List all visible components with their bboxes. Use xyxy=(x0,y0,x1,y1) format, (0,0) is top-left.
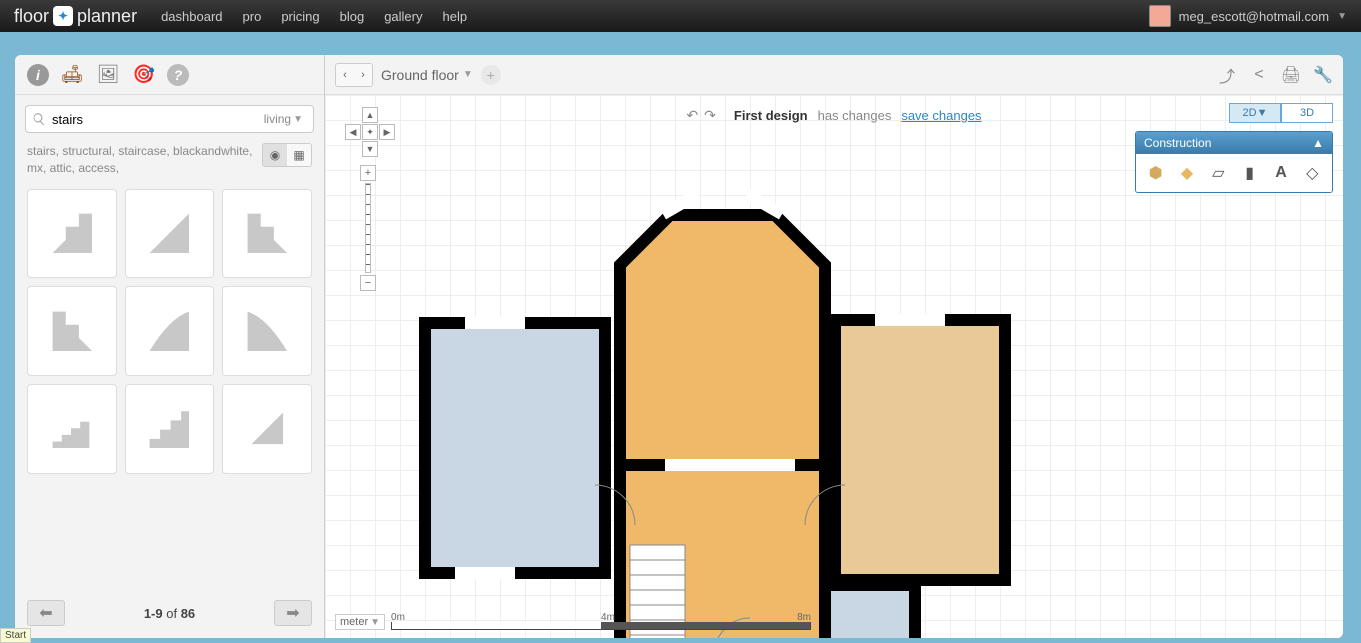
redo-button[interactable]: ↷ xyxy=(704,107,716,124)
nav-fwd-button[interactable]: › xyxy=(354,64,372,86)
canvas-toolbar: ‹ › Ground floor ▼ + ⤴ < 🖨 🔧 xyxy=(325,55,1343,95)
stair-thumb[interactable] xyxy=(222,384,312,474)
pan-left-button[interactable]: ◀ xyxy=(345,124,361,140)
logo-icon: ✦ xyxy=(53,6,73,26)
save-changes-link[interactable]: save changes xyxy=(901,108,981,123)
stair-thumb[interactable] xyxy=(125,286,215,376)
pan-center-button[interactable]: ✦ xyxy=(362,124,378,140)
export-icon[interactable]: ⤴ xyxy=(1217,65,1237,85)
view-3d-button[interactable]: ◉ xyxy=(263,144,287,166)
floor-tool-icon[interactable]: ◆ xyxy=(1174,160,1200,186)
chevron-down-icon: ▼ xyxy=(1337,11,1347,22)
floor-selector[interactable]: Ground floor ▼ xyxy=(381,67,473,83)
stair-thumb[interactable] xyxy=(125,384,215,474)
stair-thumb[interactable] xyxy=(125,189,215,279)
view-mode-toggle: 2D ▼ 3D xyxy=(1229,103,1333,123)
wrench-icon[interactable]: 🔧 xyxy=(1313,65,1333,85)
status-sub: has changes xyxy=(818,108,892,123)
help-icon[interactable]: ? xyxy=(167,64,189,86)
add-floor-button[interactable]: + xyxy=(481,65,501,85)
nav-help[interactable]: help xyxy=(442,9,467,24)
logo-text-2: planner xyxy=(77,6,137,27)
room-tool-icon[interactable]: ⬢ xyxy=(1143,160,1169,186)
zoom-control: + − xyxy=(360,165,376,291)
top-nav: floor ✦ planner dashboard pro pricing bl… xyxy=(0,0,1361,32)
nav-blog[interactable]: blog xyxy=(340,9,365,24)
pager: ⬅ 1-9 of 86 ➡ xyxy=(15,588,324,638)
share-icon[interactable]: < xyxy=(1249,65,1269,85)
stair-thumb[interactable] xyxy=(222,286,312,376)
chevron-down-icon: ▼ xyxy=(293,114,303,125)
view-2d-button[interactable]: 2D ▼ xyxy=(1229,103,1281,123)
avatar xyxy=(1149,5,1171,27)
stair-thumb[interactable] xyxy=(27,189,117,279)
nav-gallery[interactable]: gallery xyxy=(384,9,422,24)
tags-row: stairs, structural, staircase, blackandw… xyxy=(15,143,324,183)
view-grid-button[interactable]: ▦ xyxy=(287,144,311,166)
ruler-scale: 0m 4m 8m xyxy=(391,614,811,630)
sidebar: i 🛋 🖼 🎯 ? living ▼ stairs, structural, s… xyxy=(15,55,325,638)
furniture-icon[interactable]: 🛋 xyxy=(59,62,85,88)
nav-dashboard[interactable]: dashboard xyxy=(161,9,222,24)
canvas-area: ‹ › Ground floor ▼ + ⤴ < 🖨 🔧 ↶ ↷ xyxy=(325,55,1343,638)
pan-control: ▲ ▼ ◀ ▶ ✦ xyxy=(345,107,395,157)
collapse-icon: ▲ xyxy=(1312,136,1324,150)
logo-text-1: floor xyxy=(14,6,49,27)
tags-text: stairs, structural, staircase, blackandw… xyxy=(27,143,254,177)
surface-tool-icon[interactable]: ◇ xyxy=(1299,160,1325,186)
thumbs-grid xyxy=(15,183,324,480)
info-icon[interactable]: i xyxy=(27,64,49,86)
prev-page-button[interactable]: ⬅ xyxy=(27,600,65,626)
pan-down-button[interactable]: ▼ xyxy=(362,141,378,157)
unit-selector[interactable]: meter▼ xyxy=(335,614,385,630)
zoom-out-button[interactable]: − xyxy=(360,275,376,291)
floorplan[interactable] xyxy=(405,185,1015,638)
design-title: First design xyxy=(734,108,808,123)
nav-pricing[interactable]: pricing xyxy=(281,9,319,24)
pan-right-button[interactable]: ▶ xyxy=(379,124,395,140)
status-bar: ↶ ↷ First design has changes save change… xyxy=(686,107,981,124)
app-frame: i 🛋 🖼 🎯 ? living ▼ stairs, structural, s… xyxy=(15,55,1343,638)
stair-thumb[interactable] xyxy=(27,384,117,474)
search-box: living ▼ xyxy=(25,105,314,133)
print-icon[interactable]: 🖨 xyxy=(1281,65,1301,85)
nav-links: dashboard pro pricing blog gallery help xyxy=(161,9,467,24)
zoom-slider[interactable] xyxy=(365,183,371,273)
start-badge[interactable]: Start xyxy=(0,628,31,643)
canvas[interactable]: ↶ ↷ First design has changes save change… xyxy=(325,95,1343,638)
construction-panel: Construction ▲ ⬢ ◆ ▱ ▮ A ◇ xyxy=(1135,131,1333,193)
view-toggle: ◉ ▦ xyxy=(262,143,312,167)
nav-back-button[interactable]: ‹ xyxy=(336,64,354,86)
next-page-button[interactable]: ➡ xyxy=(274,600,312,626)
logo[interactable]: floor ✦ planner xyxy=(14,6,137,27)
photo-icon[interactable]: 🖼 xyxy=(95,62,121,88)
construction-header[interactable]: Construction ▲ xyxy=(1136,132,1332,154)
page-info: 1-9 of 86 xyxy=(144,606,195,621)
zoom-in-button[interactable]: + xyxy=(360,165,376,181)
user-email: meg_escott@hotmail.com xyxy=(1179,9,1329,24)
stair-thumb[interactable] xyxy=(222,189,312,279)
history-nav: ‹ › xyxy=(335,63,373,87)
undo-button[interactable]: ↶ xyxy=(686,107,698,124)
target-icon[interactable]: 🎯 xyxy=(131,62,157,88)
wall-tool-icon[interactable]: ▱ xyxy=(1205,160,1231,186)
chevron-down-icon: ▼ xyxy=(463,69,473,80)
ruler: meter▼ 0m 4m 8m xyxy=(335,614,811,630)
sidebar-toolbar: i 🛋 🖼 🎯 ? xyxy=(15,55,324,95)
search-category[interactable]: living ▼ xyxy=(260,112,307,126)
stair-thumb[interactable] xyxy=(27,286,117,376)
nav-pro[interactable]: pro xyxy=(243,9,262,24)
search-row: living ▼ xyxy=(15,95,324,143)
search-input[interactable] xyxy=(46,112,260,127)
search-icon xyxy=(32,112,46,126)
text-tool-icon[interactable]: A xyxy=(1268,160,1294,186)
pan-up-button[interactable]: ▲ xyxy=(362,107,378,123)
view-3d-button[interactable]: 3D xyxy=(1281,103,1333,123)
user-menu[interactable]: meg_escott@hotmail.com ▼ xyxy=(1149,5,1347,27)
door-tool-icon[interactable]: ▮ xyxy=(1237,160,1263,186)
